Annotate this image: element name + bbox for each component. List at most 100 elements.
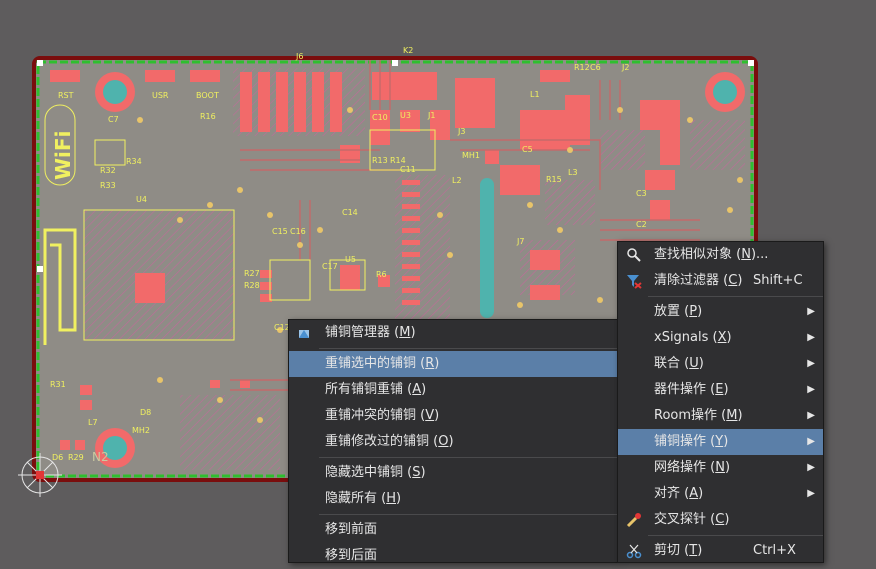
label-d8: D8 — [140, 408, 151, 417]
hatch-region — [690, 120, 745, 170]
label-r29: R29 — [68, 453, 84, 462]
menu-item-label: 铺铜管理器 — [325, 325, 391, 340]
menu-item-repour-violating[interactable]: 重铺冲突的铺铜 (V) — [289, 403, 617, 429]
menu-item-align[interactable]: 对齐 (A) ▶ — [618, 481, 823, 507]
chevron-right-icon: ▶ — [807, 436, 815, 447]
menu-item-bring-to-front[interactable]: 移到前面 — [289, 517, 617, 543]
menu-item-component-actions[interactable]: 器件操作 (E) ▶ — [618, 377, 823, 403]
chevron-right-icon: ▶ — [807, 358, 815, 369]
label-l7: L7 — [88, 418, 98, 427]
menu-item-hide-all[interactable]: 隐藏所有 (H) — [289, 486, 617, 512]
chevron-right-icon: ▶ — [807, 306, 815, 317]
hatch-region — [180, 395, 280, 470]
label-r13: R13 — [372, 156, 388, 165]
wifi-logo: WiFi — [51, 131, 75, 180]
label-c11: C11 — [400, 165, 416, 174]
label-r12: R12 — [574, 63, 590, 72]
clear-filter-icon — [626, 273, 642, 289]
menu-item-union[interactable]: 联合 (U) ▶ — [618, 351, 823, 377]
module-thermal-pad — [135, 273, 165, 303]
label-c6: C6 — [590, 63, 601, 72]
menu-item-clear-filter[interactable]: 清除过滤器 (C) Shift+C — [618, 268, 823, 294]
label-r14: R14 — [390, 156, 406, 165]
menu-separator — [319, 514, 617, 515]
label-j1: J1 — [427, 111, 435, 120]
menu-item-label: 重铺修改过的铺铜 — [325, 434, 430, 449]
menu-item-label: 网络操作 — [654, 460, 707, 475]
label-u5: U5 — [345, 255, 356, 264]
cut-icon — [626, 543, 642, 559]
cross-probe-icon — [626, 512, 642, 528]
menu-item-label: Room操作 — [654, 408, 718, 423]
menu-item-label: 对齐 — [654, 486, 681, 501]
chevron-right-icon: ▶ — [807, 384, 815, 395]
search-icon — [626, 247, 642, 263]
label-r33: R33 — [100, 181, 116, 190]
menu-item-net-actions[interactable]: 网络操作 (N) ▶ — [618, 455, 823, 481]
menu-item-place[interactable]: 放置 (P) ▶ — [618, 299, 823, 325]
menu-item-label: 剪切 — [654, 543, 681, 558]
label-r32: R32 — [100, 166, 116, 175]
label-j6: J6 — [295, 52, 303, 61]
menu-item-label: 放置 — [654, 304, 681, 319]
menu-item-copper-manager[interactable]: 铺铜管理器 (M) — [289, 320, 617, 346]
menu-item-label: 交叉探针 — [654, 512, 707, 527]
menu-item-cut[interactable]: 剪切 (T) Ctrl+X — [618, 538, 823, 564]
menu-item-repour-modified[interactable]: 重铺修改过的铺铜 (O) — [289, 429, 617, 455]
label-r16: R16 — [200, 112, 216, 121]
menu-item-xsignals[interactable]: xSignals (X) ▶ — [618, 325, 823, 351]
hatch-region — [600, 130, 645, 170]
label-c5: C5 — [522, 145, 533, 154]
menu-item-label: 铺铜操作 — [654, 434, 707, 449]
hatch-region — [545, 180, 595, 225]
menu-item-label: 重铺冲突的铺铜 — [325, 408, 417, 423]
menu-separator — [648, 296, 823, 297]
label-c7: C7 — [108, 115, 119, 124]
menu-item-repour-all[interactable]: 所有铺铜重铺 (A) — [289, 377, 617, 403]
label-j3: J3 — [457, 127, 465, 136]
label-r34: R34 — [126, 157, 142, 166]
menu-item-send-to-back[interactable]: 移到后面 — [289, 543, 617, 569]
label-u4: U4 — [136, 195, 147, 204]
label-r27: R27 — [244, 269, 260, 278]
label-r28: R28 — [244, 281, 260, 290]
menu-item-room-actions[interactable]: Room操作 (M) ▶ — [618, 403, 823, 429]
label-u3: U3 — [400, 111, 411, 120]
menu-item-find-similar[interactable]: 查找相似对象 (N)... — [618, 242, 823, 268]
menu-item-label: 所有铺铜重铺 — [325, 382, 404, 397]
menu-item-label: 隐藏所有 — [325, 491, 378, 506]
label-mh1: MH1 — [462, 151, 480, 160]
menu-separator — [319, 348, 617, 349]
slot-cutout — [480, 178, 494, 318]
label-boot: BOOT — [196, 91, 219, 100]
label-l1: L1 — [530, 90, 540, 99]
label-mh2: MH2 — [132, 426, 150, 435]
context-menu: 查找相似对象 (N)... 清除过滤器 (C) Shift+C 放置 (P) ▶… — [617, 241, 824, 563]
menu-item-cross-probe[interactable]: 交叉探针 (C) — [618, 507, 823, 533]
menu-separator — [319, 457, 617, 458]
label-c2: C2 — [636, 220, 647, 229]
label-l2: L2 — [452, 176, 462, 185]
menu-item-label: 器件操作 — [654, 382, 707, 397]
menu-item-label: 重铺选中的铺铜 — [325, 356, 417, 371]
menu-item-hide-selected[interactable]: 隐藏选中铺铜 (S) — [289, 460, 617, 486]
shortcut-label: Ctrl+X — [753, 543, 796, 558]
label-d6: D6 — [52, 453, 63, 462]
chevron-right-icon: ▶ — [807, 332, 815, 343]
label-k2: K2 — [403, 46, 413, 55]
label-c3: C3 — [636, 189, 647, 198]
menu-item-label: 联合 — [654, 356, 681, 371]
menu-separator — [648, 535, 823, 536]
label-r31: R31 — [50, 380, 66, 389]
shortcut-label: Shift+C — [753, 273, 803, 288]
copper-manager-icon — [297, 325, 313, 341]
menu-item-label: 隐藏选中铺铜 — [325, 465, 404, 480]
label-c14: C14 — [342, 208, 358, 217]
menu-item-label: 查找相似对象 — [654, 247, 733, 262]
label-j7: J7 — [516, 237, 524, 246]
label-c10: C10 — [372, 113, 388, 122]
label-usr: USR — [152, 91, 169, 100]
label-c16: C16 — [290, 227, 306, 236]
menu-item-repour-selected[interactable]: 重铺选中的铺铜 (R) — [289, 351, 617, 377]
menu-item-polygon-actions[interactable]: 铺铜操作 (Y) ▶ — [618, 429, 823, 455]
